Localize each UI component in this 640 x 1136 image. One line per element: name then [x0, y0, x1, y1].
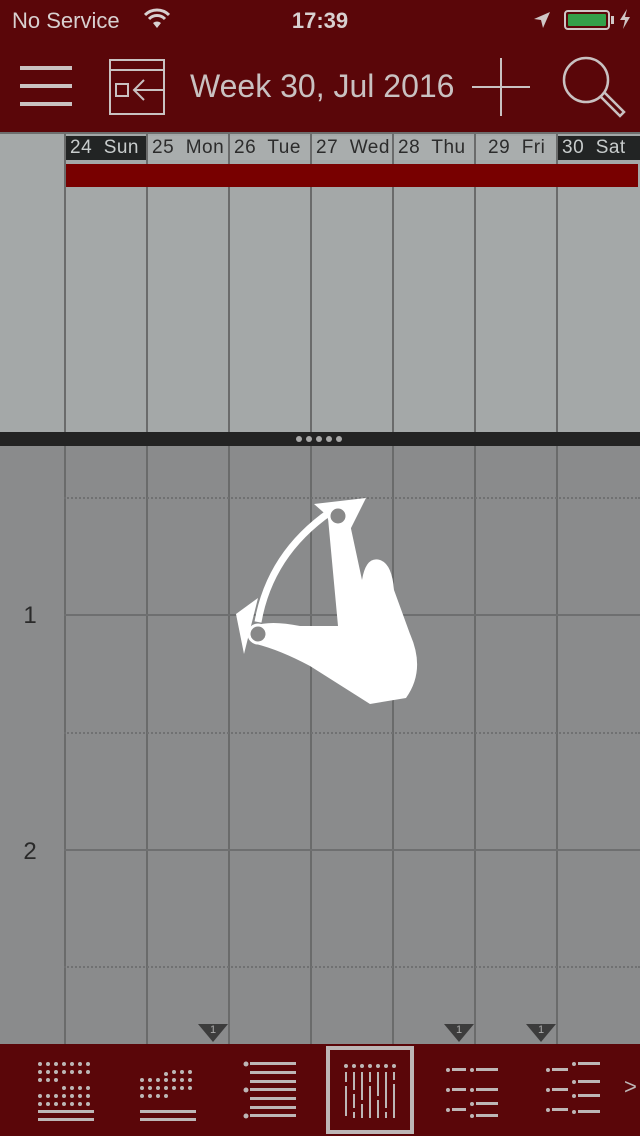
nav-bar: Week 30, Jul 2016	[0, 40, 640, 132]
day-header-sun[interactable]: 24 Sun	[66, 136, 146, 160]
day-header-thu[interactable]: 28 Thu	[394, 136, 474, 160]
agenda-icon	[546, 1062, 600, 1114]
overflow-count: 1	[537, 1024, 545, 1036]
hour-line	[64, 849, 640, 851]
charging-bolt-icon	[618, 8, 632, 36]
search-icon[interactable]	[560, 54, 626, 120]
location-arrow-icon	[532, 10, 552, 36]
overflow-count: 1	[455, 1024, 463, 1036]
day-header-wed[interactable]: 27 Wed	[312, 136, 392, 160]
status-bar: No Service 17:39	[0, 0, 640, 40]
day-list-icon	[446, 1068, 498, 1118]
menu-icon[interactable]	[20, 66, 72, 106]
overflow-marker[interactable]: 1	[444, 1024, 474, 1044]
list-icon	[243, 1061, 296, 1119]
page-title[interactable]: Week 30, Jul 2016	[190, 68, 454, 105]
hour-label: 2	[23, 838, 37, 865]
resize-handle[interactable]	[0, 432, 640, 446]
hour-label: 1	[23, 602, 37, 629]
day-header-mon[interactable]: 25 Mon	[148, 136, 228, 160]
add-icon[interactable]	[470, 56, 532, 118]
month-list-view-button[interactable]	[134, 1054, 204, 1124]
overflow-count: 1	[209, 1024, 217, 1036]
day-header-sat[interactable]: 30 Sat	[558, 136, 640, 160]
battery-nub	[611, 16, 614, 24]
day-header-tue[interactable]: 26 Tue	[230, 136, 310, 160]
back-to-today-icon[interactable]	[108, 58, 166, 116]
overflow-marker[interactable]: 1	[198, 1024, 228, 1044]
column-divider	[556, 446, 558, 1044]
list-view-button[interactable]	[236, 1054, 306, 1124]
overflow-marker[interactable]: 1	[526, 1024, 556, 1044]
day-list-view-button[interactable]	[440, 1054, 510, 1124]
all-day-area[interactable]: 24 Sun 25 Mon 26 Tue 27 Wed 28 Thu 29 Fr…	[0, 132, 640, 434]
week-view-button[interactable]	[326, 1046, 414, 1134]
more-views-chevron-icon[interactable]: >	[624, 1074, 637, 1100]
view-toolbar: >	[0, 1044, 640, 1136]
month-grid-view-button[interactable]	[32, 1054, 102, 1124]
week-columns-icon	[344, 1064, 396, 1118]
column-divider	[64, 446, 66, 1044]
month-grid-icon	[38, 1062, 94, 1121]
pinch-rotate-gesture-icon	[230, 494, 430, 706]
day-header-fri[interactable]: 29 Fri	[476, 136, 556, 160]
column-divider	[474, 446, 476, 1044]
month-list-icon	[140, 1070, 196, 1121]
battery-icon	[564, 10, 610, 30]
half-hour-line	[64, 966, 640, 968]
agenda-view-button[interactable]	[542, 1054, 612, 1124]
half-hour-line	[64, 732, 640, 734]
all-day-event[interactable]	[66, 164, 638, 187]
grip-dots-icon	[296, 436, 342, 442]
column-divider	[146, 446, 148, 1044]
